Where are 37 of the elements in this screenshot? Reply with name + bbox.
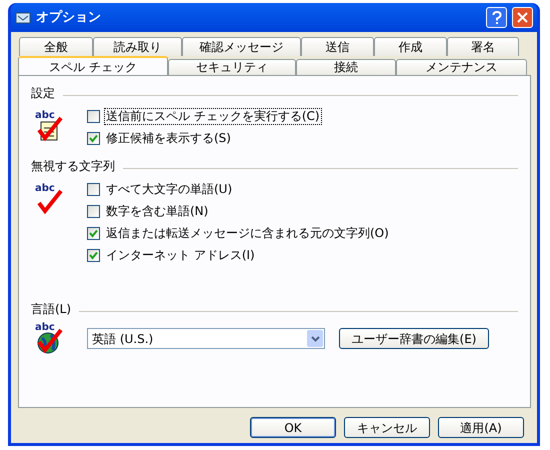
dialog-button[interactable]: 適用(A) bbox=[438, 417, 524, 438]
checkbox[interactable] bbox=[87, 227, 100, 240]
checkbox-label: 修正候補を表示する(S) bbox=[105, 130, 232, 147]
language-dropdown[interactable]: 英語 (U.S.) bbox=[87, 328, 325, 349]
window-title: オプション bbox=[36, 8, 102, 27]
close-button[interactable] bbox=[512, 7, 533, 28]
tab[interactable]: 全般 bbox=[19, 37, 93, 56]
checkbox[interactable] bbox=[87, 183, 100, 196]
edit-dictionary-button[interactable]: ユーザー辞書の編集(E) bbox=[339, 328, 489, 349]
section-title: 設定 bbox=[31, 85, 55, 102]
dialog-button[interactable]: キャンセル bbox=[344, 417, 430, 438]
tab[interactable]: 読み取り bbox=[93, 37, 182, 56]
checkbox-label: インターネット アドレス(I) bbox=[105, 247, 256, 264]
chevron-down-icon bbox=[310, 336, 320, 342]
checkbox-label: すべて大文字の単語(U) bbox=[105, 181, 234, 198]
checkbox[interactable] bbox=[87, 132, 100, 145]
help-button[interactable] bbox=[486, 7, 507, 28]
close-icon bbox=[517, 12, 528, 23]
tab[interactable]: メンテナンス bbox=[396, 59, 527, 75]
tab[interactable]: 送信 bbox=[301, 37, 374, 56]
checkbox-label: 数字を含む単語(N) bbox=[105, 203, 210, 220]
section-title: 無視する文字列 bbox=[31, 158, 115, 175]
checkbox-label: 返信または転送メッセージに含まれる元の文字列(O) bbox=[105, 225, 390, 242]
tab[interactable]: 作成 bbox=[374, 37, 447, 56]
checkbox-label: 送信前にスペル チェックを実行する(C) bbox=[104, 108, 322, 125]
tab[interactable]: 確認メッセージ bbox=[182, 37, 301, 56]
tab[interactable]: 接続 bbox=[296, 59, 396, 75]
checkbox[interactable] bbox=[87, 249, 100, 262]
dialog-button[interactable]: OK bbox=[250, 417, 336, 438]
checkbox[interactable] bbox=[87, 205, 100, 218]
tab[interactable]: 署名 bbox=[447, 37, 519, 56]
section-title: 言語(L) bbox=[31, 301, 72, 318]
tab[interactable]: セキュリティ bbox=[168, 59, 296, 75]
help-icon bbox=[492, 10, 502, 24]
checkbox[interactable] bbox=[87, 110, 100, 123]
app-icon bbox=[15, 10, 31, 26]
tab[interactable]: スペル チェック bbox=[18, 56, 168, 75]
